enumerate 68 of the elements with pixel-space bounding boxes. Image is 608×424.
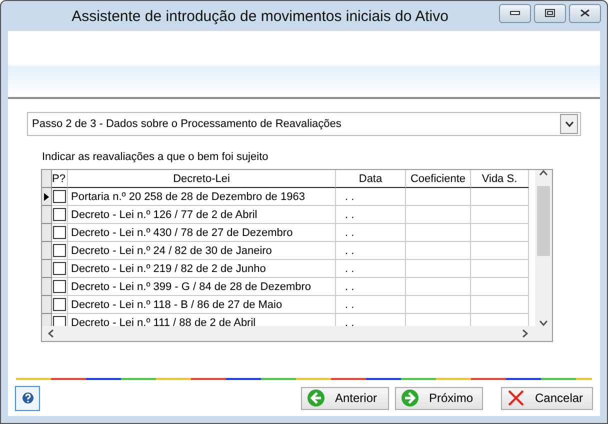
- checkbox[interactable]: [53, 298, 66, 311]
- next-button[interactable]: Próximo: [395, 386, 483, 410]
- table-cell: [471, 278, 529, 296]
- checkbox[interactable]: [53, 316, 66, 326]
- table-cell: . .: [336, 296, 406, 314]
- chevron-down-icon: [564, 121, 574, 127]
- checkbox[interactable]: [53, 262, 66, 275]
- chevron-up-icon[interactable]: [539, 170, 548, 176]
- table-cell: . .: [336, 224, 406, 242]
- help-icon: [20, 391, 34, 405]
- table-cell: [471, 242, 529, 260]
- table-cell: Decreto - Lei n.º 399 - G / 84 de 28 de Dezembro: [68, 278, 336, 296]
- table-cell: [406, 188, 471, 206]
- table-cell: . .: [336, 260, 406, 278]
- table-cell: [406, 278, 471, 296]
- close-icon: [507, 389, 525, 407]
- table-cell: [471, 206, 529, 224]
- minimize-icon: [510, 11, 520, 15]
- row-pointer-icon: [44, 192, 49, 200]
- chevron-right-icon[interactable]: [522, 329, 528, 338]
- table-cell: Decreto - Lei n.º 430 / 78 de 27 de Dezembro: [68, 224, 336, 242]
- checkbox[interactable]: [53, 244, 66, 257]
- left-arrow-icon: [307, 389, 325, 407]
- column-header[interactable]: Decreto-Lei: [68, 170, 336, 188]
- chevron-left-icon[interactable]: [48, 329, 54, 338]
- dropdown-button[interactable]: [560, 114, 578, 134]
- step-dropdown[interactable]: Passo 2 de 3 - Dados sobre o Processamento de Reavaliações: [27, 112, 581, 136]
- table-cell: . .: [336, 188, 406, 206]
- close-button[interactable]: [569, 4, 601, 22]
- maximize-button[interactable]: [534, 4, 566, 22]
- table-cell: [406, 224, 471, 242]
- table-cell: [471, 188, 529, 206]
- table-cell: . .: [336, 278, 406, 296]
- table-cell: [406, 242, 471, 260]
- table-cell: Portaria n.º 20 258 de 28 de Dezembro de 1963: [68, 188, 336, 206]
- column-header[interactable]: P?: [52, 170, 68, 188]
- vertical-scrollbar[interactable]: [535, 170, 552, 326]
- restore-icon: [545, 9, 555, 17]
- table-cell: [471, 296, 529, 314]
- chevron-down-icon[interactable]: [539, 320, 548, 326]
- table-cell: [471, 224, 529, 242]
- checkbox[interactable]: [53, 280, 66, 293]
- table-cell: . .: [336, 206, 406, 224]
- column-header[interactable]: Data: [336, 170, 406, 188]
- cancel-button[interactable]: Cancelar: [501, 386, 593, 410]
- table-cell: Decreto - Lei n.º 126 / 77 de 2 de Abril: [68, 206, 336, 224]
- table-cell: Decreto - Lei n.º 118 - B / 86 de 27 de Maio: [68, 296, 336, 314]
- table-cell: [406, 206, 471, 224]
- help-button[interactable]: [15, 386, 40, 410]
- table-cell: [406, 296, 471, 314]
- right-arrow-icon: [401, 389, 419, 407]
- table-cell: [471, 260, 529, 278]
- close-icon: [580, 9, 590, 17]
- checkbox[interactable]: [53, 190, 66, 203]
- column-header[interactable]: Coeficiente: [406, 170, 471, 188]
- table-cell: [406, 260, 471, 278]
- window-title: Assistente de introdução de movimentos iniciais do Ativo: [70, 8, 450, 24]
- column-header[interactable]: Vida S.: [471, 170, 529, 188]
- back-button[interactable]: Anterior: [301, 386, 389, 410]
- minimize-button[interactable]: [499, 4, 531, 22]
- instruction-text: Indicar as reavaliações a que o bem foi sujeito: [42, 151, 270, 163]
- checkbox[interactable]: [53, 208, 66, 221]
- table-cell: Decreto - Lei n.º 219 / 82 de 2 de Junho: [68, 260, 336, 278]
- horizontal-scrollbar[interactable]: [42, 326, 552, 341]
- table-cell: Decreto - Lei n.º 24 / 82 de 30 de Janeiro: [68, 242, 336, 260]
- row-header[interactable]: [42, 188, 52, 206]
- table-cell: . .: [336, 242, 406, 260]
- checkbox[interactable]: [53, 226, 66, 239]
